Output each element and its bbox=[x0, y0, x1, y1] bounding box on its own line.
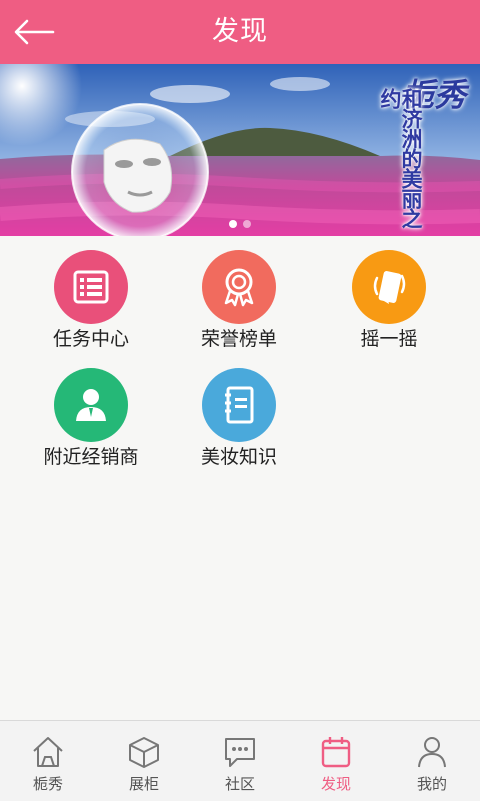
tab-home[interactable]: 栀秀 bbox=[0, 721, 96, 801]
bottom-tab-bar: 栀秀 展柜 社区 发现 我的 bbox=[0, 720, 480, 801]
tab-label: 栀秀 bbox=[32, 775, 63, 793]
promo-banner[interactable]: 栀秀 和济洲的美丽之约 bbox=[0, 64, 480, 236]
feature-beauty-knowledge[interactable]: 美妆知识 bbox=[164, 354, 314, 468]
feature-label: 任务中心 bbox=[52, 328, 129, 350]
task-list-icon bbox=[54, 250, 128, 324]
top-app-bar: 发现 bbox=[0, 0, 480, 64]
feature-nearby-dealers[interactable]: 附近经销商 bbox=[16, 354, 166, 468]
tab-label: 发现 bbox=[320, 775, 351, 793]
feature-label: 附近经销商 bbox=[43, 446, 139, 468]
feature-honor-list[interactable]: 荣誉榜单 bbox=[164, 236, 314, 350]
feature-task-center[interactable]: 任务中心 bbox=[16, 236, 166, 350]
pager-dot[interactable] bbox=[243, 220, 251, 228]
chat-bubble-icon bbox=[225, 738, 255, 767]
user-icon bbox=[418, 737, 446, 768]
tab-showcase[interactable]: 展柜 bbox=[96, 721, 192, 801]
tab-discover[interactable]: 发现 bbox=[288, 721, 384, 801]
tab-community[interactable]: 社区 bbox=[192, 721, 288, 801]
feature-label: 荣誉榜单 bbox=[200, 328, 277, 350]
banner-slogan: 和济洲的美丽之约 bbox=[378, 88, 424, 228]
feature-label: 美妆知识 bbox=[200, 446, 277, 468]
notebook-icon bbox=[202, 368, 276, 442]
box-icon bbox=[129, 737, 159, 768]
feature-label: 摇一摇 bbox=[360, 328, 418, 350]
calendar-icon bbox=[321, 737, 351, 768]
dealer-person-icon bbox=[54, 368, 128, 442]
page-title: 发现 bbox=[212, 16, 268, 47]
pager-dot[interactable] bbox=[229, 220, 237, 228]
tab-mine[interactable]: 我的 bbox=[384, 721, 480, 801]
tab-label: 我的 bbox=[416, 775, 447, 793]
award-ribbon-icon bbox=[202, 250, 276, 324]
home-icon bbox=[33, 737, 63, 767]
feature-shake[interactable]: 摇一摇 bbox=[314, 236, 464, 350]
shake-phone-icon bbox=[352, 250, 426, 324]
banner-pager bbox=[0, 220, 480, 228]
tab-label: 社区 bbox=[224, 775, 255, 793]
tab-label: 展柜 bbox=[128, 775, 159, 793]
